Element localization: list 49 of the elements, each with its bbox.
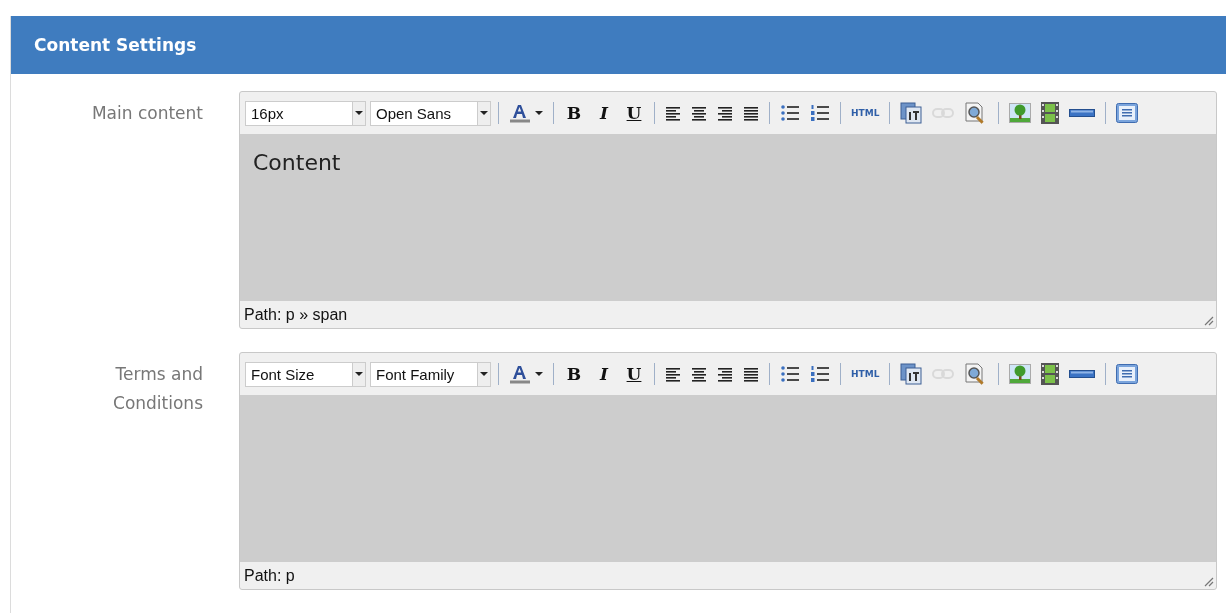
align-center-icon: [691, 104, 707, 122]
field-label: Main content: [90, 102, 204, 125]
element-path: Path: p: [244, 566, 295, 585]
align-left-icon: [665, 104, 681, 122]
italic-button[interactable]: I: [591, 361, 617, 387]
tree-picture-icon: [1009, 364, 1032, 384]
bold-button[interactable]: B: [561, 100, 587, 126]
film-strip-icon: [1041, 363, 1060, 385]
element-path: Path: p » span: [244, 305, 348, 324]
html-button[interactable]: HTML: [848, 100, 883, 126]
numbered-list-icon: [810, 104, 830, 122]
film-strip-icon: [1041, 102, 1060, 124]
dropdown[interactable]: Open Sans: [370, 100, 491, 126]
horizontal-bar-icon: [1069, 370, 1096, 378]
caret-icon: [535, 372, 543, 376]
dropdown[interactable]: Font Family: [370, 361, 491, 387]
resize-grip-icon[interactable]: [1202, 575, 1214, 587]
align-center-icon: [691, 365, 707, 383]
caret-icon: [477, 362, 490, 386]
content-text: Content: [253, 150, 342, 175]
align-left-icon: [665, 365, 681, 383]
caret-icon: [477, 101, 490, 125]
align-justify-icon: [743, 104, 759, 122]
window-icon: [1116, 364, 1139, 384]
caret-icon: [535, 111, 543, 115]
editor-content-area[interactable]: Content: [240, 134, 1216, 301]
dropdown[interactable]: Font Size: [245, 361, 366, 387]
dropdown[interactable]: 16px: [245, 100, 366, 126]
text-color-icon: [509, 364, 531, 384]
align-right-icon: [717, 104, 733, 122]
align-right-icon: [717, 365, 733, 383]
bulleted-list-icon: [780, 365, 800, 383]
caret-icon: [352, 101, 365, 125]
panel-title: Content Settings: [34, 35, 197, 55]
underline-button[interactable]: U: [621, 361, 647, 387]
html-button[interactable]: HTML: [848, 361, 883, 387]
field-label: Terms and Conditions: [112, 363, 204, 415]
text-color-icon: [509, 103, 531, 123]
horizontal-bar-icon: [1069, 109, 1096, 117]
caret-icon: [352, 362, 365, 386]
bulleted-list-icon: [780, 104, 800, 122]
window-icon: [1116, 103, 1139, 123]
tree-picture-icon: [1009, 103, 1032, 123]
resize-grip-icon[interactable]: [1202, 314, 1214, 326]
numbered-list-icon: [810, 365, 830, 383]
underline-button[interactable]: U: [621, 100, 647, 126]
align-justify-icon: [743, 365, 759, 383]
italic-button[interactable]: I: [591, 100, 617, 126]
bold-button[interactable]: B: [561, 361, 587, 387]
